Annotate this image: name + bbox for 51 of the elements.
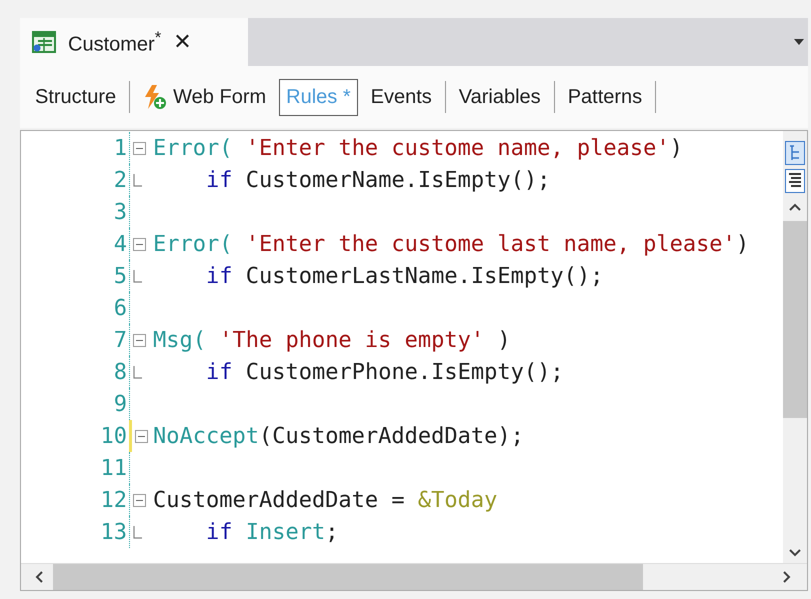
line-number: 12: [100, 488, 127, 512]
code-line: if Insert;: [205, 520, 338, 544]
document-tab[interactable]: Customer$^{*}$ ✕: [20, 18, 248, 66]
dropdown-caret-icon[interactable]: [794, 39, 804, 45]
line-number: 9: [112, 392, 127, 416]
collapse-icon[interactable]: [135, 430, 148, 442]
line-number: 10: [100, 424, 127, 448]
fold-end-icon: [133, 270, 142, 282]
line-number: 8: [112, 360, 127, 384]
collapse-icon[interactable]: [133, 238, 146, 250]
fold-end-icon: [133, 526, 142, 538]
code-line: Error( 'Enter the custome name, please'): [153, 136, 683, 160]
line-number: 3: [112, 200, 127, 224]
editor-tab[interactable]: Web Form: [136, 77, 274, 117]
code-line: NoAccept(CustomerAddedDate);: [153, 424, 524, 448]
collapse-icon[interactable]: [133, 142, 146, 154]
line-number: 6: [112, 296, 127, 320]
line-number: 7: [112, 328, 127, 352]
fold-end-icon: [133, 366, 142, 378]
document-tab-label: Customer$^{*}$: [68, 28, 162, 56]
line-number: 13: [100, 520, 127, 544]
lightning-plus-icon: [143, 84, 168, 110]
line-number: 1: [112, 136, 127, 160]
outline-view-icon[interactable]: [785, 141, 805, 165]
scroll-up-icon[interactable]: [789, 203, 801, 211]
table-icon: [32, 31, 56, 53]
collapse-icon[interactable]: [133, 334, 146, 346]
code-line: if CustomerLastName.IsEmpty();: [205, 264, 604, 288]
line-number: 2: [112, 168, 127, 192]
code-line: if CustomerPhone.IsEmpty();: [205, 360, 564, 384]
code-line: CustomerAddedDate = &Today: [153, 488, 498, 512]
close-button[interactable]: ✕: [173, 30, 192, 54]
editor-tab[interactable]: Variables: [452, 78, 548, 116]
code-editor[interactable]: [20, 130, 808, 591]
editor-tab[interactable]: Structure: [28, 78, 124, 116]
text-view-icon[interactable]: [785, 169, 805, 193]
editor-tab[interactable]: Patterns: [560, 78, 650, 116]
scrollbar-thumb[interactable]: [53, 564, 644, 590]
scrollbar-thumb[interactable]: [783, 221, 807, 418]
editor-tab[interactable]: Events: [364, 78, 439, 116]
line-number: 11: [100, 456, 127, 480]
code-line: Error( 'Enter the custome last name, please'): [153, 232, 750, 256]
scroll-left-icon[interactable]: [35, 571, 43, 583]
line-number: 5: [112, 264, 127, 288]
code-line: Msg( 'The phone is empty' ): [153, 328, 511, 352]
code-line: if CustomerName.IsEmpty();: [205, 168, 550, 192]
fold-end-icon: [133, 174, 142, 186]
collapse-icon[interactable]: [133, 494, 146, 506]
line-number: 4: [112, 232, 127, 256]
scroll-down-icon[interactable]: [789, 549, 801, 557]
scroll-right-icon[interactable]: [783, 571, 791, 583]
